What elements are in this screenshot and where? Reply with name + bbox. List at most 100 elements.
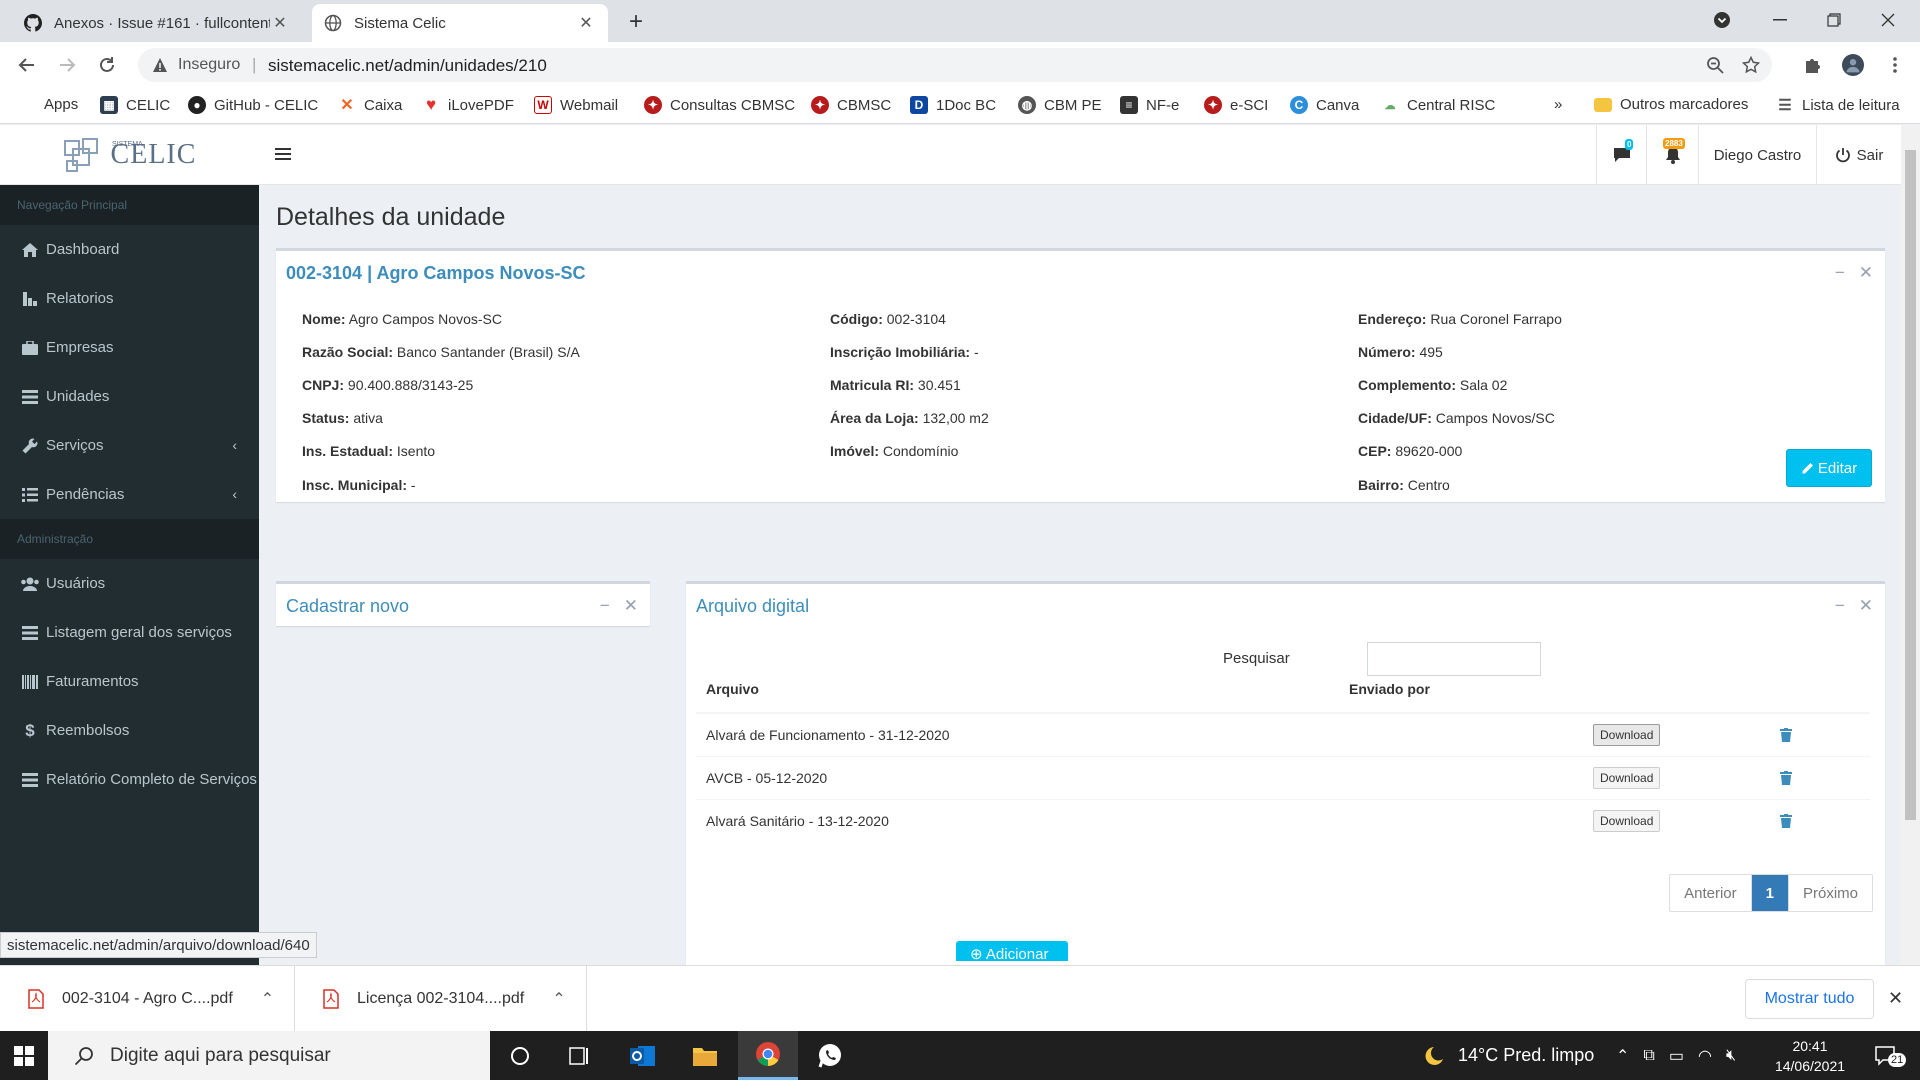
user-name: Diego Castro	[1713, 146, 1802, 164]
trash-icon[interactable]	[1780, 727, 1792, 742]
reload-button[interactable]	[94, 52, 120, 78]
taskbar-whatsapp[interactable]	[800, 1031, 860, 1080]
close-downloads-icon[interactable]: ✕	[1888, 988, 1903, 1009]
zoom-button[interactable]	[1704, 54, 1726, 76]
download-button[interactable]: Download	[1593, 723, 1661, 746]
messages-button[interactable]: 0	[1596, 125, 1646, 185]
sidebar-item-listagem-geral[interactable]: Listagem geral dos serviços	[0, 608, 259, 657]
pagination-page-current[interactable]: 1	[1751, 875, 1788, 911]
search-input[interactable]	[1367, 642, 1541, 676]
download-item[interactable]: 002-3104 - Agro C....pdf ⌃	[0, 966, 295, 1032]
bookmark-caixa[interactable]: ✕ Caixa	[338, 96, 402, 114]
bookmark-canva[interactable]: C Canva	[1290, 96, 1359, 114]
download-item[interactable]: Licença 002-3104....pdf ⌃	[295, 966, 587, 1032]
start-button[interactable]	[0, 1031, 48, 1080]
bookmark-cbmsc[interactable]: ✦ CBMSC	[811, 96, 891, 114]
bookmark-consultas-cbmsc[interactable]: ✦ Consultas CBMSC	[644, 96, 795, 114]
box-tools: − ✕	[1835, 596, 1873, 616]
notification-center-button[interactable]: 21	[1866, 1031, 1907, 1080]
minimize-box-icon[interactable]: −	[1835, 596, 1845, 616]
show-all-downloads-button[interactable]: Mostrar tudo	[1745, 979, 1874, 1019]
column-header-arquivo[interactable]: Arquivo	[696, 666, 1339, 714]
sidebar-item-reembolsos[interactable]: $ Reembolsos	[0, 706, 259, 755]
taskbar-outlook[interactable]	[613, 1031, 673, 1080]
minimize-box-icon[interactable]: −	[600, 596, 610, 616]
pagination-prev[interactable]: Anterior	[1670, 875, 1752, 911]
extensions-button[interactable]	[1802, 54, 1824, 76]
other-bookmarks-folder[interactable]: Outros marcadores	[1594, 96, 1748, 113]
download-button[interactable]: Download	[1593, 809, 1661, 832]
chevron-up-icon[interactable]: ⌃	[552, 989, 565, 1009]
notifications-button[interactable]: 2883	[1646, 125, 1698, 185]
bookmark-star-button[interactable]	[1740, 54, 1762, 76]
sidebar-item-unidades[interactable]: Unidades	[0, 372, 259, 421]
edit-button[interactable]: Editar	[1786, 449, 1872, 487]
close-window-button[interactable]	[1862, 0, 1914, 40]
bookmark-webmail[interactable]: W Webmail	[534, 96, 618, 114]
minimize-button[interactable]	[1754, 0, 1806, 40]
sidebar-item-relatorios[interactable]: Relatorios	[0, 274, 259, 323]
address-bar[interactable]: Inseguro | sistemacelic.net/admin/unidad…	[138, 48, 1772, 82]
task-view-button[interactable]	[550, 1031, 610, 1080]
sidebar-item-pendencias[interactable]: Pendências ‹	[0, 470, 259, 519]
trash-icon[interactable]	[1780, 813, 1792, 828]
minimize-box-icon[interactable]: −	[1835, 263, 1845, 283]
page-scrollbar[interactable]	[1901, 125, 1920, 965]
sidebar-item-faturamentos[interactable]: Faturamentos	[0, 657, 259, 706]
close-tab-icon[interactable]: ✕	[270, 13, 290, 33]
close-box-icon[interactable]: ✕	[1859, 596, 1873, 616]
menu-button[interactable]	[1884, 54, 1906, 76]
clock[interactable]: 20:41 14/06/2021	[1770, 1031, 1850, 1080]
new-tab-button[interactable]: +	[622, 8, 650, 36]
bookmark-nfe[interactable]: ≡ NF-e	[1120, 96, 1179, 114]
nfe-icon: ≡	[1120, 96, 1138, 114]
trash-icon[interactable]	[1780, 770, 1792, 785]
bookmark-1doc-bc[interactable]: D 1Doc BC	[910, 96, 996, 114]
battery-icon[interactable]: ▭	[1669, 1046, 1684, 1066]
tab-anexos[interactable]: Anexos · Issue #161 · fullcontent/ ✕	[12, 4, 302, 42]
close-box-icon[interactable]: ✕	[1859, 263, 1873, 283]
sidebar-item-servicos[interactable]: Serviços ‹	[0, 421, 259, 470]
add-file-button[interactable]: ⊕ Adicionar	[956, 941, 1068, 961]
sidebar-item-usuarios[interactable]: Usuários	[0, 559, 259, 608]
profile-button[interactable]	[1842, 54, 1864, 76]
forward-button[interactable]	[54, 52, 80, 78]
sidebar-item-relatorio-completo[interactable]: Relatório Completo de Serviços	[0, 755, 259, 804]
chevron-up-icon[interactable]: ⌃	[261, 989, 274, 1009]
reading-list-button[interactable]: ☰ Lista de leitura	[1776, 96, 1900, 114]
tab-sistema-celic[interactable]: Sistema Celic ✕	[312, 4, 608, 42]
bookmark-ilovepdf[interactable]: ♥ iLovePDF	[422, 95, 514, 114]
taskbar-chrome[interactable]	[738, 1031, 798, 1080]
bookmarks-overflow-button[interactable]: »	[1554, 96, 1562, 113]
download-button[interactable]: Download	[1593, 766, 1661, 789]
sidebar-item-empresas[interactable]: Empresas	[0, 323, 259, 372]
close-tab-icon[interactable]: ✕	[576, 13, 596, 33]
pagination-next[interactable]: Próximo	[1787, 875, 1872, 911]
chevron-up-icon[interactable]: ⌃	[1616, 1046, 1629, 1066]
bookmark-central-risc[interactable]: ☁ Central RISC	[1381, 96, 1495, 114]
sidebar-toggle-button[interactable]	[272, 143, 294, 165]
close-box-icon[interactable]: ✕	[624, 596, 638, 616]
bookmark-apps[interactable]: Apps	[20, 96, 78, 113]
taskbar-search[interactable]: Digite aqui para pesquisar	[48, 1031, 490, 1080]
bookmark-cbm-pe[interactable]: ◍ CBM PE	[1018, 96, 1102, 114]
url-text[interactable]: sistemacelic.net/admin/unidades/210	[268, 56, 547, 76]
sidebar-item-dashboard[interactable]: Dashboard	[0, 225, 259, 274]
restore-button[interactable]	[1808, 0, 1860, 40]
bookmark-e-sci[interactable]: ✦ e-SCI	[1204, 96, 1268, 114]
security-indicator[interactable]: Inseguro	[152, 56, 240, 74]
bookmark-github-celic[interactable]: ● GitHub - CELIC	[188, 96, 318, 114]
logout-button[interactable]: Sair	[1816, 125, 1901, 185]
cortana-button[interactable]	[490, 1031, 550, 1080]
app-logo[interactable]: SISTEMA CELIC	[0, 125, 259, 185]
wifi-icon[interactable]: ◠	[1698, 1046, 1712, 1066]
volume-muted-icon[interactable]: 🔇︎	[1726, 1047, 1736, 1065]
weather-widget[interactable]: 14°C Pred. limpo	[1420, 1031, 1594, 1080]
taskbar-file-explorer[interactable]	[675, 1031, 735, 1080]
scrollbar-thumb[interactable]	[1905, 150, 1916, 820]
bookmark-celic[interactable]: ▦ CELIC	[100, 96, 170, 114]
meet-now-icon[interactable]: ⧉	[1643, 1047, 1654, 1065]
user-menu[interactable]: Diego Castro	[1698, 125, 1816, 185]
back-button[interactable]	[14, 52, 40, 78]
tab-search-button[interactable]	[1696, 0, 1748, 40]
